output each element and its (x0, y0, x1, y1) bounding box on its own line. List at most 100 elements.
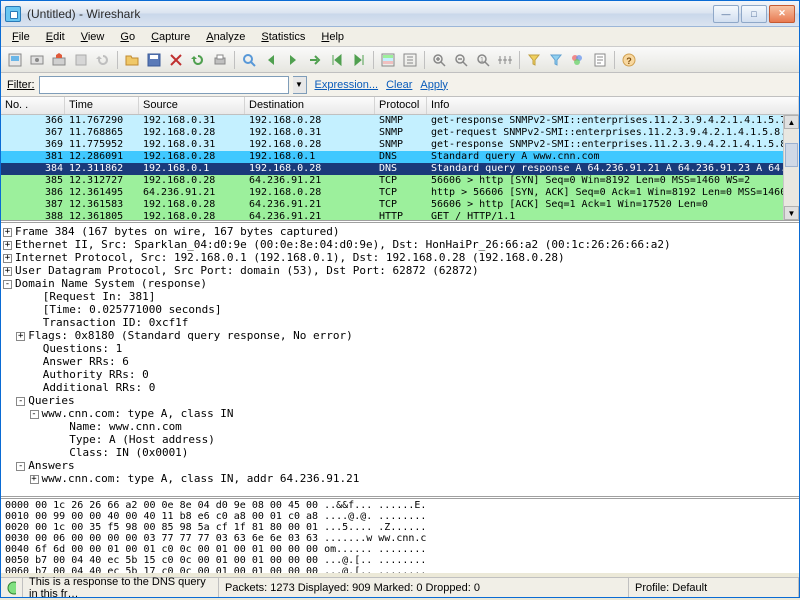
packet-row[interactable]: 36911.775952192.168.0.31192.168.0.28SNMP… (1, 139, 799, 151)
zoom-in-icon[interactable] (429, 50, 449, 70)
hex-line[interactable]: 0040 6f 6d 00 00 01 00 01 c0 0c 00 01 00… (5, 544, 795, 555)
detail-line[interactable]: [Request In: 381] (3, 290, 797, 303)
resize-columns-icon[interactable] (495, 50, 515, 70)
go-last-icon[interactable] (349, 50, 369, 70)
go-to-icon[interactable] (305, 50, 325, 70)
print-icon[interactable] (210, 50, 230, 70)
detail-line[interactable]: Name: www.cnn.com (3, 420, 797, 433)
hex-line[interactable]: 0060 b7 00 04 40 ec 5b 17 c0 0c 00 01 00… (5, 566, 795, 573)
col-no[interactable]: No. . (1, 97, 65, 114)
open-icon[interactable] (122, 50, 142, 70)
options-icon[interactable] (27, 50, 47, 70)
detail-line[interactable]: -Answers (3, 459, 797, 472)
tree-toggle-icon[interactable]: - (3, 280, 12, 289)
detail-line[interactable]: -Queries (3, 394, 797, 407)
tree-toggle-icon[interactable]: + (3, 267, 12, 276)
menu-help[interactable]: Help (314, 29, 351, 45)
detail-line[interactable]: +Flags: 0x8180 (Standard query response,… (3, 329, 797, 342)
detail-line[interactable]: Questions: 1 (3, 342, 797, 355)
menu-edit[interactable]: Edit (39, 29, 72, 45)
detail-line[interactable]: Answer RRs: 6 (3, 355, 797, 368)
detail-line[interactable]: Authority RRs: 0 (3, 368, 797, 381)
scroll-down-icon[interactable]: ▼ (784, 206, 799, 220)
apply-link[interactable]: Apply (420, 79, 448, 91)
detail-line[interactable]: Transaction ID: 0xcf1f (3, 316, 797, 329)
go-back-icon[interactable] (261, 50, 281, 70)
col-info[interactable]: Info (427, 97, 799, 114)
tree-toggle-icon[interactable]: - (16, 397, 25, 406)
hex-line[interactable]: 0020 00 1c 00 35 f5 98 00 85 98 5a cf 1f… (5, 522, 795, 533)
menu-view[interactable]: View (74, 29, 112, 45)
close-button[interactable]: ✕ (769, 5, 795, 23)
packet-row[interactable]: 38612.36149564.236.91.21192.168.0.28TCPh… (1, 187, 799, 199)
packet-row[interactable]: 38412.311862192.168.0.1192.168.0.28DNSSt… (1, 163, 799, 175)
go-forward-icon[interactable] (283, 50, 303, 70)
col-protocol[interactable]: Protocol (375, 97, 427, 114)
reload-icon[interactable] (188, 50, 208, 70)
detail-line[interactable]: Class: IN (0x0001) (3, 446, 797, 459)
colorize-icon[interactable] (378, 50, 398, 70)
restart-capture-icon[interactable] (93, 50, 113, 70)
scroll-up-icon[interactable]: ▲ (784, 115, 799, 129)
tree-toggle-icon[interactable]: + (3, 241, 12, 250)
detail-line[interactable]: [Time: 0.025771000 seconds] (3, 303, 797, 316)
tree-toggle-icon[interactable]: + (16, 332, 25, 341)
expression-link[interactable]: Expression... (315, 79, 379, 91)
col-destination[interactable]: Destination (245, 97, 375, 114)
tree-toggle-icon[interactable]: - (16, 462, 25, 471)
detail-line[interactable]: -www.cnn.com: type A, class IN (3, 407, 797, 420)
display-filters-icon[interactable] (546, 50, 566, 70)
tree-toggle-icon[interactable]: + (30, 475, 39, 484)
packet-details[interactable]: +Frame 384 (167 bytes on wire, 167 bytes… (1, 223, 799, 499)
tree-toggle-icon[interactable]: + (3, 254, 12, 263)
packet-row[interactable]: 38712.361583192.168.0.2864.236.91.21TCP5… (1, 199, 799, 211)
packet-row[interactable]: 38112.286091192.168.0.28192.168.0.1DNSSt… (1, 151, 799, 163)
menu-capture[interactable]: Capture (144, 29, 197, 45)
zoom-reset-icon[interactable]: 1 (473, 50, 493, 70)
stop-capture-icon[interactable] (71, 50, 91, 70)
tree-toggle-icon[interactable]: - (30, 410, 39, 419)
hex-line[interactable]: 0030 00 06 00 00 00 00 03 77 77 77 03 63… (5, 533, 795, 544)
detail-line[interactable]: Additional RRs: 0 (3, 381, 797, 394)
detail-line[interactable]: +User Datagram Protocol, Src Port: domai… (3, 264, 797, 277)
save-icon[interactable] (144, 50, 164, 70)
packet-row[interactable]: 36611.767290192.168.0.31192.168.0.28SNMP… (1, 115, 799, 127)
detail-line[interactable]: -Domain Name System (response) (3, 277, 797, 290)
coloring-rules-icon[interactable] (568, 50, 588, 70)
auto-scroll-icon[interactable] (400, 50, 420, 70)
menu-analyze[interactable]: Analyze (199, 29, 252, 45)
detail-line[interactable]: +Ethernet II, Src: Sparklan_04:d0:9e (00… (3, 238, 797, 251)
packet-row[interactable]: 38512.312727192.168.0.2864.236.91.21TCP5… (1, 175, 799, 187)
hex-dump[interactable]: 0000 00 1c 26 26 66 a2 00 0e 8e 04 d0 9e… (1, 499, 799, 573)
menu-go[interactable]: Go (113, 29, 142, 45)
go-first-icon[interactable] (327, 50, 347, 70)
detail-line[interactable]: +Internet Protocol, Src: 192.168.0.1 (19… (3, 251, 797, 264)
maximize-button[interactable]: □ (741, 5, 767, 23)
hex-line[interactable]: 0050 b7 00 04 40 ec 5b 15 c0 0c 00 01 00… (5, 555, 795, 566)
zoom-out-icon[interactable] (451, 50, 471, 70)
menu-file[interactable]: File (5, 29, 37, 45)
clear-link[interactable]: Clear (386, 79, 412, 91)
hex-line[interactable]: 0000 00 1c 26 26 66 a2 00 0e 8e 04 d0 9e… (5, 500, 795, 511)
col-time[interactable]: Time (65, 97, 139, 114)
help-icon[interactable]: ? (619, 50, 639, 70)
detail-line[interactable]: +Frame 384 (167 bytes on wire, 167 bytes… (3, 225, 797, 238)
filter-input[interactable] (39, 76, 289, 94)
tree-toggle-icon[interactable]: + (3, 228, 12, 237)
close-file-icon[interactable] (166, 50, 186, 70)
packet-row[interactable]: 36711.768865192.168.0.28192.168.0.31SNMP… (1, 127, 799, 139)
packet-scrollbar[interactable]: ▲ ▼ (783, 115, 799, 220)
expert-info-icon[interactable] (1, 578, 23, 597)
detail-line[interactable]: +www.cnn.com: type A, class IN, addr 64.… (3, 472, 797, 485)
interfaces-icon[interactable] (5, 50, 25, 70)
col-source[interactable]: Source (139, 97, 245, 114)
capture-filters-icon[interactable] (524, 50, 544, 70)
detail-line[interactable]: Type: A (Host address) (3, 433, 797, 446)
scroll-thumb[interactable] (785, 143, 798, 167)
preferences-icon[interactable] (590, 50, 610, 70)
filter-dropdown[interactable]: ▼ (293, 76, 307, 94)
find-icon[interactable] (239, 50, 259, 70)
menu-statistics[interactable]: Statistics (254, 29, 312, 45)
packet-row[interactable]: 38812.361805192.168.0.2864.236.91.21HTTP… (1, 211, 799, 223)
hex-line[interactable]: 0010 00 99 00 00 40 00 40 11 b8 e6 c0 a8… (5, 511, 795, 522)
